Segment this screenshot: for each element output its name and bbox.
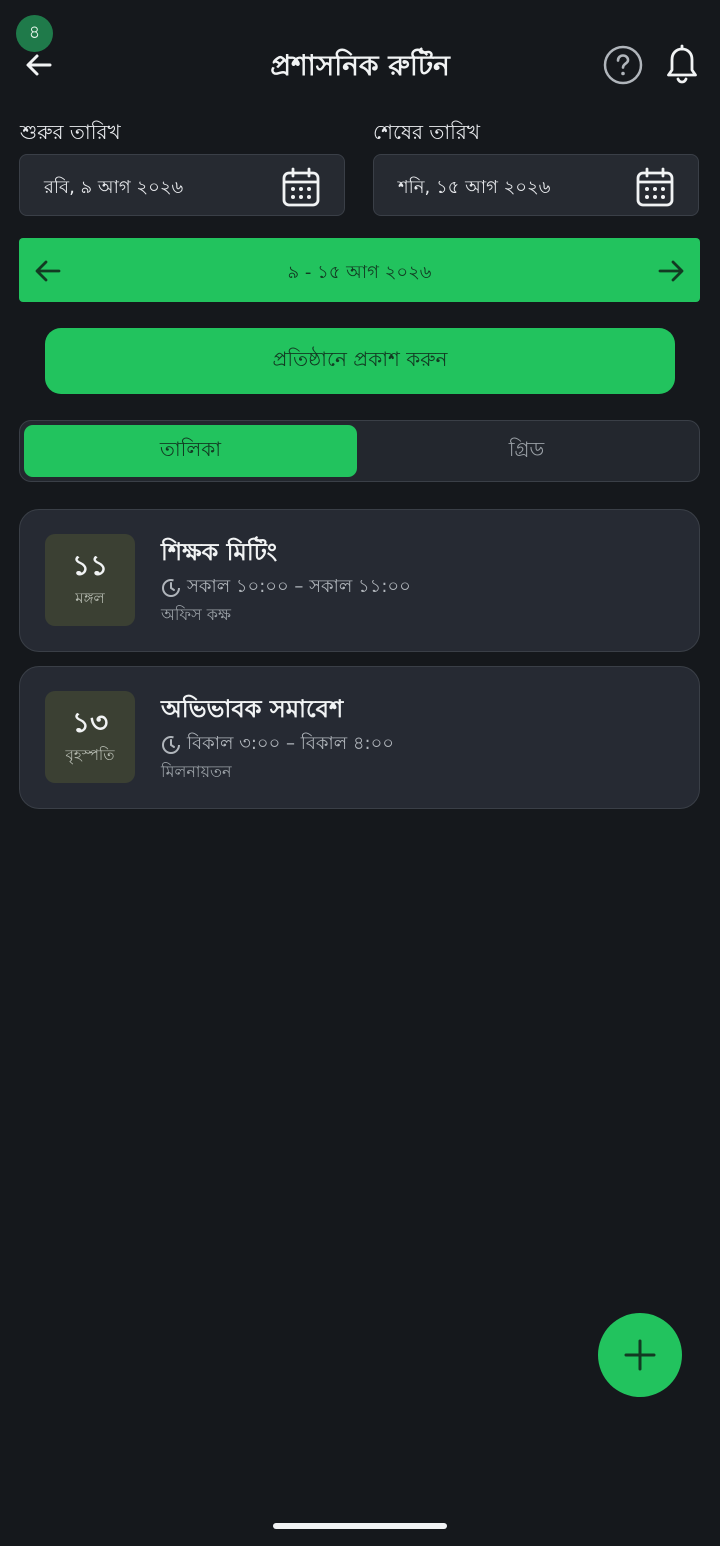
tab-list-view[interactable]: তালিকা — [24, 425, 357, 477]
back-button[interactable] — [20, 46, 58, 84]
event-weekday: মঙ্গল — [75, 588, 105, 607]
home-indicator — [273, 1523, 447, 1529]
event-location: মিলনায়তন — [161, 762, 232, 781]
week-range-text: ৯ - ১৫ আগ ২০২৬ — [287, 262, 432, 283]
add-event-button[interactable] — [598, 1313, 682, 1397]
end-date-value: শনি, ১৫ আগ ২০২৬ — [398, 177, 551, 198]
event-time-text: সকাল ১০:০০ – সকাল ১১:০০ — [187, 576, 411, 597]
event-date-box: ১১ মঙ্গল — [45, 534, 135, 626]
calendar-icon — [636, 167, 674, 207]
event-location: অফিস কক্ষ — [161, 605, 231, 624]
calendar-icon — [282, 167, 320, 207]
event-date-box: ১৩ বৃহস্পতি — [45, 691, 135, 783]
event-time: সকাল ১০:০০ – সকাল ১১:০০ — [161, 572, 411, 603]
arrow-left-icon — [26, 54, 52, 76]
view-toggle: তালিকা গ্রিড — [19, 420, 700, 482]
tab-grid-view[interactable]: গ্রিড — [360, 425, 693, 477]
event-time-text: বিকাল ৩:০০ – বিকাল ৪:০০ — [187, 733, 394, 754]
publish-to-institution-button[interactable]: প্রতিষ্ঠানে প্রকাশ করুন — [45, 328, 675, 394]
start-date-field[interactable]: রবি, ৯ আগ ২০২৬ — [19, 154, 345, 216]
event-weekday: বৃহস্পতি — [65, 745, 115, 764]
page-title: প্রশাসনিক রুটিন — [270, 49, 450, 82]
notifications-button[interactable] — [662, 44, 702, 86]
event-title: অভিভাবক সমাবেশ — [161, 695, 344, 723]
event-card[interactable]: ১১ মঙ্গল শিক্ষক মিটিং সকাল ১০:০০ – সকাল … — [19, 509, 700, 652]
end-date-label: শেষের তারিখ — [373, 120, 481, 144]
event-time: বিকাল ৩:০০ – বিকাল ৪:০০ — [161, 729, 394, 760]
event-card[interactable]: ১৩ বৃহস্পতি অভিভাবক সমাবেশ বিকাল ৩:০০ – … — [19, 666, 700, 809]
next-week-arrow-icon[interactable] — [656, 256, 686, 286]
event-title: শিক্ষক মিটিং — [161, 538, 278, 566]
help-circle-icon — [603, 45, 643, 85]
bell-icon — [667, 44, 697, 84]
event-day-number: ১১ — [71, 548, 109, 582]
event-day-number: ১৩ — [71, 705, 109, 739]
week-navigator: ৯ - ১৫ আগ ২০২৬ — [19, 238, 700, 302]
start-date-label: শুরুর তারিখ — [20, 120, 121, 144]
plus-icon — [624, 1339, 656, 1371]
start-date-value: রবি, ৯ আগ ২০২৬ — [44, 177, 184, 198]
clock-icon — [162, 735, 180, 754]
clock-icon — [162, 578, 180, 597]
help-button[interactable] — [603, 45, 643, 85]
end-date-field[interactable]: শনি, ১৫ আগ ২০২৬ — [373, 154, 699, 216]
